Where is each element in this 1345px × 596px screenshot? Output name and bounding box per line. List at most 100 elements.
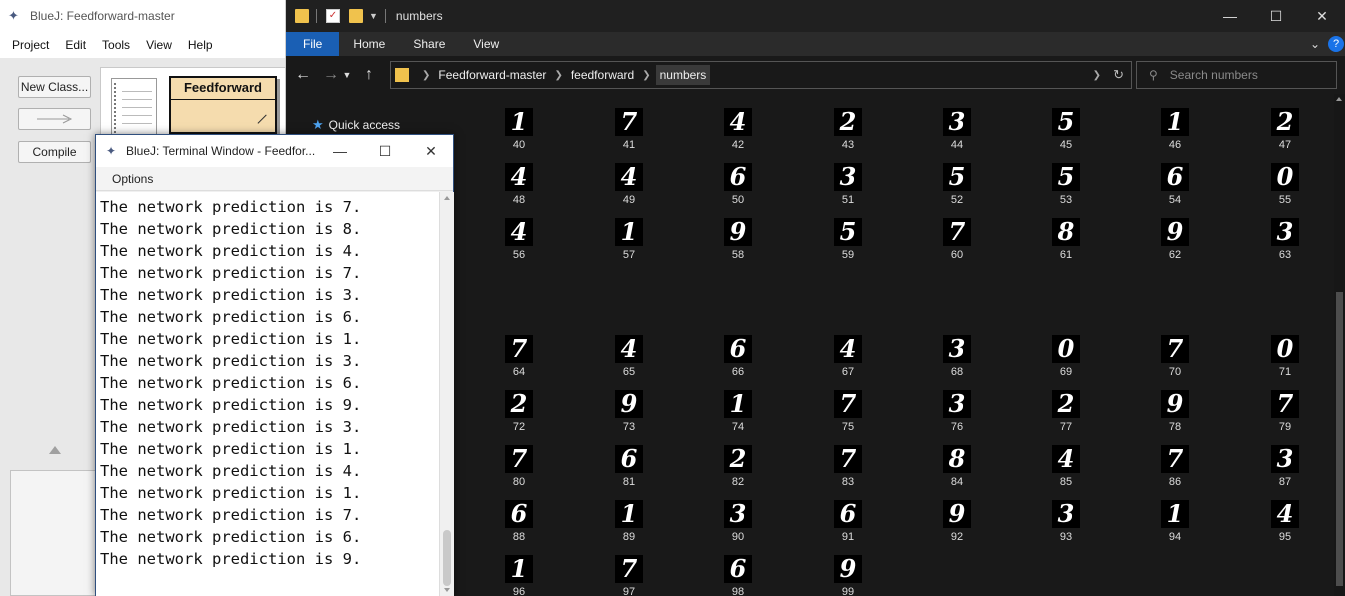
menu-project[interactable]: Project [8,36,53,54]
file-item[interactable]: 6 81 [600,445,660,493]
menu-tools[interactable]: Tools [98,36,134,54]
file-item[interactable]: 9 92 [928,500,988,548]
explorer-titlebar[interactable]: ✓ ▼ numbers — ☐ ✕ [286,0,1345,32]
file-item[interactable]: 7 86 [1146,445,1206,493]
address-bar[interactable]: ❯ Feedforward-master ❯ feedforward ❯ num… [390,61,1132,89]
expand-triangle-icon[interactable] [49,446,61,454]
file-item[interactable]: 4 48 [490,163,550,211]
refresh-icon[interactable]: ↻ [1113,67,1124,83]
chevron-down-icon[interactable]: ▼ [369,11,378,21]
file-item[interactable]: 9 58 [709,218,769,266]
file-item[interactable]: 7 83 [819,445,879,493]
recent-locations-icon[interactable]: ▼ [342,70,352,80]
file-item[interactable]: 7 75 [819,390,879,438]
file-item[interactable]: 0 55 [1256,163,1316,211]
file-item[interactable]: 5 53 [1037,163,1097,211]
file-item[interactable]: 9 99 [819,555,879,596]
file-item[interactable]: 0 69 [1037,335,1097,383]
file-item[interactable]: 9 62 [1146,218,1206,266]
file-item[interactable]: 7 64 [490,335,550,383]
terminal-titlebar[interactable]: ✦ BlueJ: Terminal Window - Feedfor... — … [96,135,453,167]
breadcrumb-numbers[interactable]: numbers [655,65,711,85]
tab-file[interactable]: File [286,32,340,56]
help-icon[interactable]: ? [1328,36,1344,52]
explorer-scrollbar[interactable] [1334,94,1345,596]
file-item[interactable]: 2 82 [709,445,769,493]
file-item[interactable]: 3 87 [1256,445,1316,493]
scrollbar-thumb[interactable] [443,530,451,586]
terminal-output[interactable]: The network prediction is 7. The network … [96,192,439,596]
file-item[interactable]: 7 80 [490,445,550,493]
file-item[interactable]: 1 96 [490,555,550,596]
file-item[interactable]: 3 68 [928,335,988,383]
class-box-feedforward[interactable]: Feedforward [169,76,277,134]
forward-arrow-icon[interactable]: → [320,66,342,84]
file-item[interactable]: 4 56 [490,218,550,266]
new-class-button[interactable]: New Class... [18,76,91,98]
file-item[interactable]: 2 47 [1256,108,1316,156]
close-icon[interactable]: ✕ [408,135,454,167]
file-item[interactable]: 1 94 [1146,500,1206,548]
file-item[interactable]: 6 54 [1146,163,1206,211]
scroll-up-icon[interactable] [444,196,450,200]
minimize-icon[interactable]: — [317,135,363,167]
scroll-up-icon[interactable] [1336,97,1342,101]
file-item[interactable]: 1 40 [490,108,550,156]
file-item[interactable]: 1 89 [600,500,660,548]
file-item[interactable]: 1 74 [709,390,769,438]
maximize-icon[interactable]: ☐ [362,135,408,167]
scrollbar-thumb[interactable] [1336,292,1343,586]
menu-edit[interactable]: Edit [61,36,90,54]
quick-access-item[interactable]: ★ Quick access [312,117,400,133]
menu-help[interactable]: Help [184,36,217,54]
tab-home[interactable]: Home [339,32,399,56]
file-item[interactable]: 8 84 [928,445,988,493]
file-item[interactable]: 6 50 [709,163,769,211]
chevron-right-icon[interactable]: ❯ [422,70,430,81]
menu-view[interactable]: View [142,36,176,54]
chevron-down-icon[interactable]: ❯ [1093,70,1101,81]
back-arrow-icon[interactable]: ← [292,66,314,84]
file-item[interactable]: 4 85 [1037,445,1097,493]
file-item[interactable]: 7 70 [1146,335,1206,383]
file-item[interactable]: 3 51 [819,163,879,211]
chevron-right-icon[interactable]: ❯ [554,70,562,81]
bluej-titlebar[interactable]: ✦ BlueJ: Feedforward-master [0,0,285,32]
tab-view[interactable]: View [459,32,513,56]
properties-icon[interactable]: ✓ [326,9,340,23]
terminal-scrollbar[interactable] [439,192,454,596]
file-item[interactable]: 7 60 [928,218,988,266]
file-item[interactable]: 3 63 [1256,218,1316,266]
new-folder-icon[interactable] [349,9,363,23]
file-item[interactable]: 3 93 [1037,500,1097,548]
file-item[interactable]: 0 71 [1256,335,1316,383]
file-item[interactable]: 6 98 [709,555,769,596]
scroll-down-icon[interactable] [444,588,450,592]
file-item[interactable]: 8 61 [1037,218,1097,266]
file-item[interactable]: 3 44 [928,108,988,156]
file-item[interactable]: 5 52 [928,163,988,211]
compile-button[interactable]: Compile [18,141,91,163]
file-item[interactable]: 2 72 [490,390,550,438]
file-item[interactable]: 6 66 [709,335,769,383]
maximize-icon[interactable]: ☐ [1253,0,1299,32]
up-arrow-icon[interactable]: ↑ [358,66,380,84]
readme-document-icon[interactable] [111,78,157,136]
uses-arrow-button[interactable] [18,108,91,130]
file-item[interactable]: 3 76 [928,390,988,438]
minimize-icon[interactable]: — [1207,0,1253,32]
file-item[interactable]: 4 42 [709,108,769,156]
file-item[interactable]: 4 67 [819,335,879,383]
close-icon[interactable]: ✕ [1299,0,1345,32]
chevron-right-icon[interactable]: ❯ [642,70,650,81]
file-item[interactable]: 7 79 [1256,390,1316,438]
file-item[interactable]: 7 97 [600,555,660,596]
search-box[interactable]: ⚲ Search numbers [1136,61,1337,89]
file-item[interactable]: 3 90 [709,500,769,548]
breadcrumb-feedforward[interactable]: feedforward [568,68,637,82]
file-item[interactable]: 2 43 [819,108,879,156]
file-item[interactable]: 5 59 [819,218,879,266]
menu-options[interactable]: Options [112,172,153,186]
file-item[interactable]: 6 91 [819,500,879,548]
file-item[interactable]: 5 45 [1037,108,1097,156]
